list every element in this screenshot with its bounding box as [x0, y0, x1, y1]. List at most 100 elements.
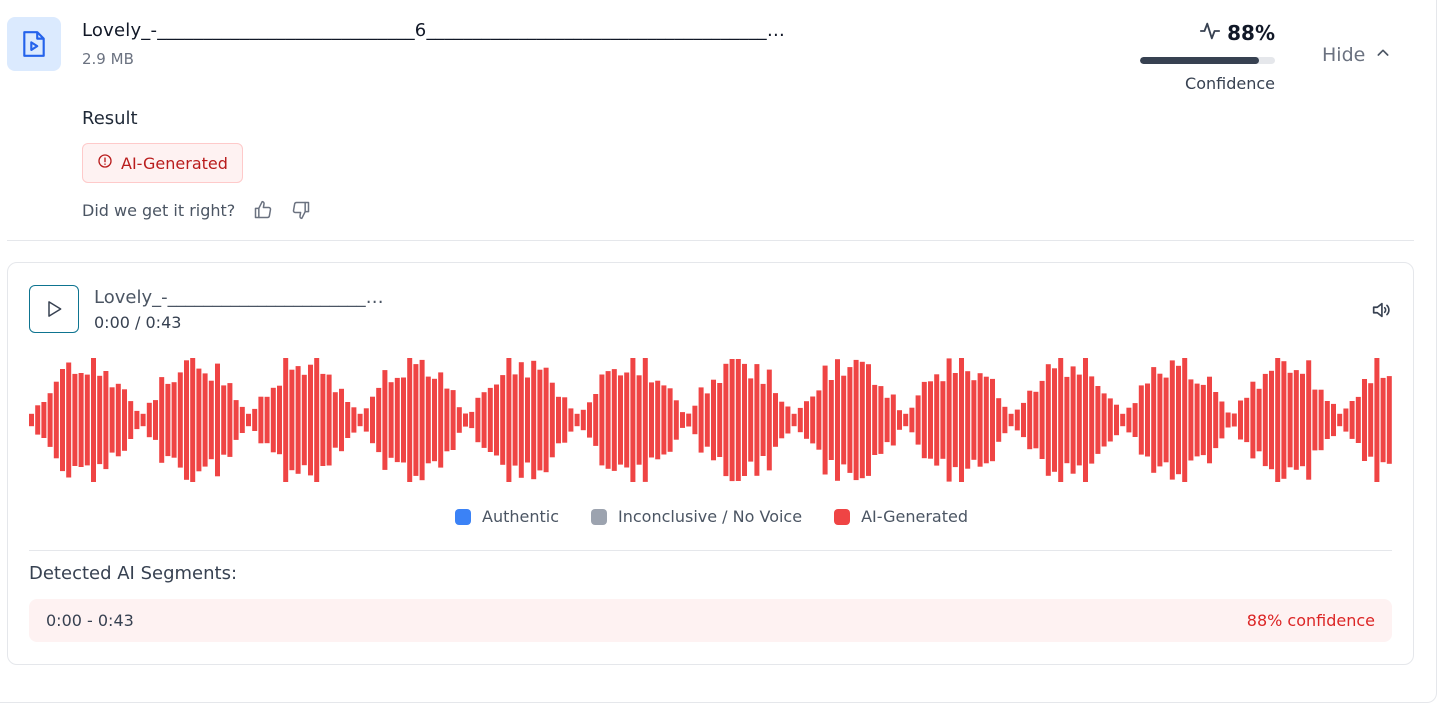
waveform-bar	[1008, 413, 1014, 427]
waveform-bar	[1318, 389, 1324, 451]
waveform-bar	[1169, 360, 1175, 480]
waveform-bar	[159, 377, 165, 463]
waveform-bar	[500, 375, 506, 465]
waveform-bar	[810, 396, 816, 444]
legend-swatch-inconclusive	[591, 508, 608, 525]
result-card: Lovely_-____________________________6___…	[0, 0, 1437, 703]
waveform-bar	[1138, 385, 1144, 455]
waveform-bar	[1306, 360, 1312, 480]
waveform-bar	[1039, 380, 1045, 459]
audio-title: Lovely_-______________________…	[94, 287, 384, 308]
waveform-bar	[928, 381, 933, 459]
waveform-bar	[667, 388, 673, 452]
waveform-bar	[1331, 403, 1336, 437]
waveform-bar	[29, 413, 34, 427]
audio-waveform[interactable]	[29, 355, 1393, 485]
play-button[interactable]	[29, 285, 79, 333]
waveform-bar	[277, 385, 282, 455]
feedback-prompt: Did we get it right?	[82, 200, 236, 220]
legend-swatch-authentic	[455, 508, 472, 525]
waveform-bar	[53, 381, 59, 459]
waveform-bar	[1231, 413, 1237, 427]
thumbs-up-icon[interactable]	[253, 200, 273, 220]
hide-button[interactable]: Hide	[1322, 44, 1391, 66]
waveform-bar	[221, 385, 227, 455]
waveform-bar	[184, 360, 189, 480]
waveform-bar	[791, 413, 797, 427]
waveform-bar	[78, 373, 84, 467]
waveform-bar	[977, 373, 983, 467]
waveform-bar	[388, 382, 394, 458]
waveform-bar	[1219, 401, 1225, 439]
waveform-bar	[909, 407, 915, 433]
waveform-bar	[903, 413, 909, 427]
waveform-bar	[996, 398, 1002, 442]
legend-item-authentic: Authentic	[455, 507, 559, 526]
waveform-bar	[543, 367, 549, 473]
waveform-bar	[1200, 384, 1206, 456]
waveform-bar	[897, 410, 902, 430]
waveform-bar	[580, 409, 586, 431]
waveform-bar	[1083, 358, 1088, 482]
waveform-bar	[1368, 383, 1374, 457]
waveform-bar	[1126, 407, 1132, 433]
waveform-bar	[990, 378, 995, 462]
waveform-bar	[1095, 386, 1101, 454]
waveform-bar	[760, 383, 766, 456]
segments-heading: Detected AI Segments:	[29, 563, 238, 584]
waveform-bar	[264, 396, 270, 444]
waveform-bar	[1027, 390, 1033, 450]
waveform-bar	[308, 364, 313, 476]
waveform-bar	[109, 387, 115, 453]
status-badge: AI-Generated	[82, 143, 243, 183]
thumbs-down-icon[interactable]	[291, 200, 311, 220]
waveform-bar	[450, 390, 456, 450]
waveform-bar	[841, 375, 847, 465]
waveform-bar	[636, 375, 642, 465]
waveform-bar	[599, 374, 605, 466]
waveform-bar	[227, 383, 233, 457]
waveform-bar	[525, 377, 530, 463]
waveform-bar	[940, 381, 946, 459]
waveform-bar	[469, 411, 475, 429]
audio-time: 0:00 / 0:43	[94, 313, 182, 332]
waveform-bar	[1207, 376, 1212, 464]
waveform-bar	[729, 359, 735, 482]
waveform-bar	[1132, 403, 1138, 437]
waveform-bar	[828, 380, 834, 460]
waveform-bar	[41, 402, 47, 438]
waveform-bar	[816, 390, 822, 450]
waveform-bar	[1374, 358, 1380, 482]
waveform-bar	[556, 396, 561, 444]
waveform-bar	[425, 376, 431, 464]
waveform-bar	[512, 374, 518, 466]
waveform-bar	[698, 387, 704, 453]
waveform-bar	[60, 369, 65, 472]
waveform-bar	[47, 393, 53, 447]
waveform-bar	[890, 394, 896, 446]
waveform-bar	[270, 387, 276, 453]
file-name: Lovely_-____________________________6___…	[82, 20, 786, 41]
waveform-bar	[1089, 376, 1095, 464]
volume-icon[interactable]	[1369, 299, 1393, 325]
waveform-bar	[246, 413, 251, 427]
waveform-bar	[735, 359, 741, 481]
waveform-bar	[587, 402, 592, 438]
waveform-bar	[252, 408, 258, 431]
waveform-bar	[314, 358, 320, 482]
waveform-bar	[1355, 396, 1361, 443]
waveform-bar	[618, 375, 623, 465]
waveform-bar	[723, 363, 729, 477]
waveform-bar	[1250, 381, 1256, 459]
waveform-bar	[345, 402, 351, 438]
pulse-icon	[1199, 20, 1221, 46]
waveform-bar	[122, 389, 127, 451]
waveform-bar	[1386, 376, 1392, 464]
waveform-bar	[1120, 413, 1126, 427]
waveform-bar	[66, 362, 72, 478]
waveform-bar	[785, 406, 791, 434]
waveform-bar	[407, 358, 413, 482]
waveform-bar	[692, 405, 698, 435]
waveform-bar	[1269, 370, 1274, 470]
waveform-bar	[779, 401, 785, 439]
